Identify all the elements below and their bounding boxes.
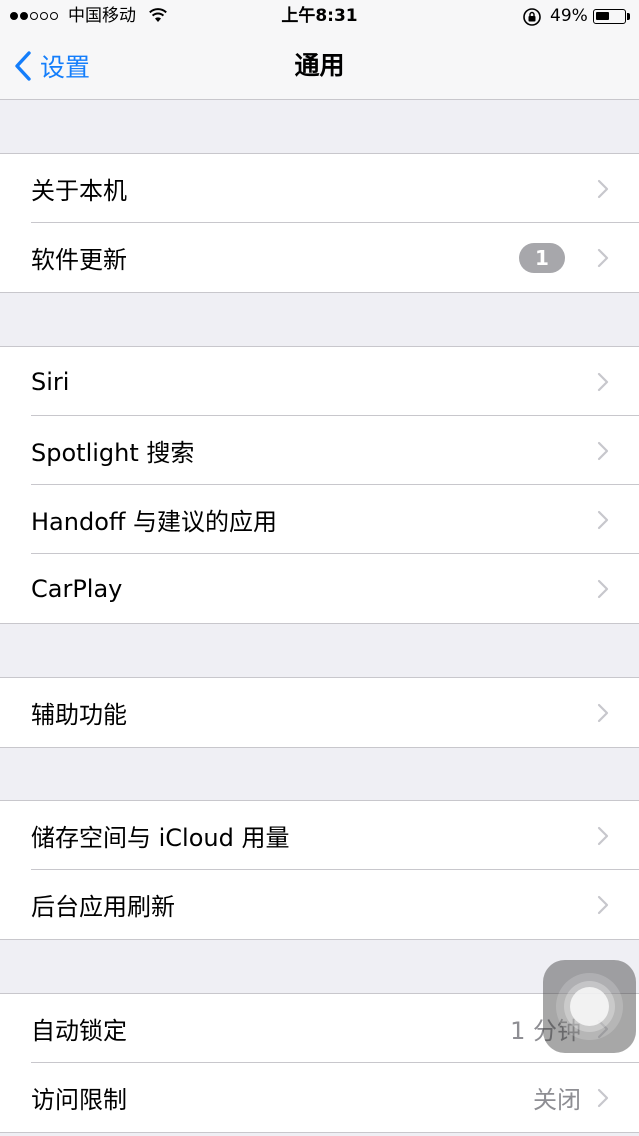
page-title: 通用 xyxy=(294,51,345,80)
row-value: 关闭 xyxy=(533,1086,581,1114)
settings-row-about[interactable]: 关于本机 xyxy=(0,154,639,223)
update-count-badge: 1 xyxy=(519,242,565,273)
chevron-right-icon xyxy=(597,510,609,529)
battery-level xyxy=(596,12,609,20)
orientation-lock-icon xyxy=(522,7,542,32)
row-label: 自动锁定 xyxy=(31,1017,127,1045)
navigation-header: 中国移动 上午8:31 49% 设置 通用 xyxy=(0,0,639,100)
settings-row-restrictions[interactable]: 访问限制 关闭 xyxy=(0,1062,639,1132)
settings-row-carplay[interactable]: CarPlay xyxy=(0,553,639,623)
chevron-right-icon xyxy=(597,579,609,598)
row-label: 储存空间与 iCloud 用量 xyxy=(31,824,290,852)
settings-row-software-update[interactable]: 软件更新 1 xyxy=(0,222,639,292)
chevron-right-icon xyxy=(597,826,609,845)
row-label: 辅助功能 xyxy=(31,701,127,729)
battery-percent: 49% xyxy=(550,6,588,26)
chevron-right-icon xyxy=(597,703,609,722)
status-bar: 中国移动 上午8:31 49% xyxy=(0,0,639,32)
row-label: 软件更新 xyxy=(31,246,127,274)
settings-row-storage-icloud[interactable]: 储存空间与 iCloud 用量 xyxy=(0,801,639,870)
row-label: Handoff 与建议的应用 xyxy=(31,508,278,536)
settings-row-siri[interactable]: Siri xyxy=(0,347,639,416)
settings-row-spotlight[interactable]: Spotlight 搜索 xyxy=(0,415,639,485)
settings-group-features: Siri Spotlight 搜索 Handoff 与建议的应用 CarPlay xyxy=(0,346,639,624)
chevron-right-icon xyxy=(597,248,609,267)
settings-group-about: 关于本机 软件更新 1 xyxy=(0,153,639,293)
battery-tip xyxy=(627,13,630,20)
row-label: 关于本机 xyxy=(31,177,127,205)
status-time: 上午8:31 xyxy=(281,6,358,26)
settings-group-storage: 储存空间与 iCloud 用量 后台应用刷新 xyxy=(0,800,639,940)
settings-group-accessibility: 辅助功能 xyxy=(0,677,639,748)
chevron-right-icon xyxy=(597,895,609,914)
row-label: 后台应用刷新 xyxy=(31,893,175,921)
row-label: 访问限制 xyxy=(31,1086,127,1114)
row-label: Spotlight 搜索 xyxy=(31,439,195,467)
chevron-right-icon xyxy=(597,372,609,391)
settings-row-background-refresh[interactable]: 后台应用刷新 xyxy=(0,869,639,939)
row-label: CarPlay xyxy=(31,574,123,603)
chevron-right-icon xyxy=(597,441,609,460)
battery-icon xyxy=(593,9,626,24)
row-label: Siri xyxy=(31,367,70,396)
chevron-right-icon xyxy=(597,179,609,198)
chevron-right-icon xyxy=(597,1088,609,1107)
assistive-touch-icon[interactable] xyxy=(543,960,636,1053)
settings-row-handoff[interactable]: Handoff 与建议的应用 xyxy=(0,484,639,554)
settings-row-accessibility[interactable]: 辅助功能 xyxy=(0,678,639,747)
